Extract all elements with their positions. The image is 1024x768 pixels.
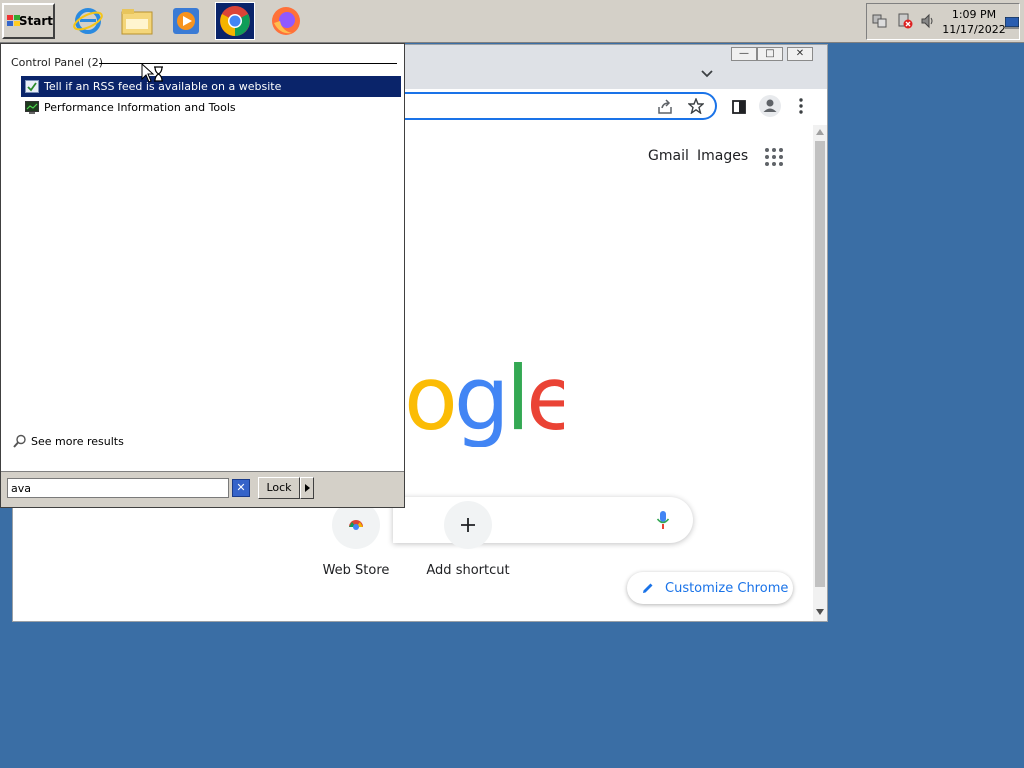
customize-label: Customize Chrome — [665, 580, 789, 596]
busy-cursor-icon — [141, 62, 167, 89]
firefox-icon[interactable] — [266, 2, 306, 40]
arrow-right-icon — [305, 484, 310, 492]
gmail-link[interactable]: Gmail — [648, 148, 689, 164]
magnifier-icon — [13, 434, 27, 448]
google-logo: ogle — [404, 347, 564, 447]
page-scrollbar[interactable] — [813, 125, 827, 621]
start-button[interactable]: Start — [2, 3, 55, 39]
clock-time: 1:09 PM — [951, 8, 997, 21]
volume-icon[interactable] — [920, 13, 936, 33]
logo-letter: e — [526, 347, 564, 447]
start-label: Start — [18, 14, 53, 28]
bookmark-star-icon[interactable] — [687, 97, 705, 118]
chrome-taskbar-icon[interactable] — [215, 2, 255, 40]
profile-avatar-icon[interactable] — [759, 95, 781, 121]
voice-search-icon[interactable] — [656, 510, 670, 534]
result-rss-feed[interactable]: Tell if an RSS feed is available on a we… — [21, 76, 401, 97]
lock-button[interactable]: Lock — [258, 477, 300, 499]
system-tray: 1:09 PM 11/17/2022 — [866, 3, 1020, 40]
share-icon[interactable] — [657, 99, 673, 119]
side-panel-icon[interactable] — [732, 99, 746, 118]
network-icon[interactable] — [872, 13, 888, 33]
file-explorer-icon[interactable] — [117, 2, 157, 40]
start-menu-search-panel: Control Panel (2) Tell if an RSS feed is… — [0, 43, 405, 508]
internet-explorer-icon[interactable] — [68, 2, 108, 40]
start-menu-footer: ava ✕ Lock — [1, 471, 404, 507]
logo-letter: l — [505, 347, 531, 447]
close-button[interactable]: ✕ — [787, 47, 813, 61]
chrome-menu-icon[interactable] — [799, 98, 803, 118]
shortcut-web-store[interactable]: Web Store — [306, 501, 406, 578]
clock[interactable]: 1:09 PM 11/17/2022 — [941, 7, 1007, 37]
media-player-icon[interactable] — [166, 2, 206, 40]
maximize-button[interactable]: □ — [757, 47, 783, 61]
result-performance-tools-label: Performance Information and Tools — [44, 101, 236, 114]
logo-letter: o — [404, 347, 458, 447]
shortcut-add-label: Add shortcut — [426, 563, 510, 578]
plus-icon — [444, 501, 492, 549]
address-bar[interactable] — [383, 92, 717, 120]
google-logo-text: ogle — [404, 347, 564, 447]
images-link[interactable]: Images — [697, 148, 748, 164]
logo-letter: g — [453, 347, 510, 447]
clock-date: 11/17/2022 — [942, 23, 1006, 36]
section-header: Control Panel (2) — [11, 56, 104, 69]
scroll-up-arrow-icon[interactable] — [816, 129, 824, 135]
scrollbar-thumb[interactable] — [815, 141, 825, 587]
start-search-input[interactable]: ava — [7, 478, 229, 498]
show-desktop-icon[interactable] — [1004, 14, 1020, 33]
see-more-results-link[interactable]: See more results — [13, 434, 124, 448]
shutdown-options-arrow[interactable] — [300, 477, 314, 499]
tab-search-chevron-icon[interactable] — [701, 63, 713, 82]
control-panel-check-icon — [25, 80, 39, 93]
security-alert-icon[interactable] — [897, 13, 913, 33]
performance-monitor-icon — [25, 101, 39, 114]
minimize-button[interactable]: — — [731, 47, 757, 61]
result-performance-tools[interactable]: Performance Information and Tools — [21, 97, 401, 118]
pencil-icon — [641, 581, 655, 595]
see-more-label: See more results — [31, 434, 124, 448]
google-apps-icon[interactable] — [765, 148, 783, 170]
clear-search-icon[interactable]: ✕ — [232, 479, 250, 497]
customize-chrome-button[interactable]: Customize Chrome — [627, 572, 793, 604]
shortcut-add[interactable]: Add shortcut — [418, 501, 518, 578]
taskbar: Start 1:09 PM 11/17/2022 — [0, 0, 1024, 43]
web-store-icon — [332, 501, 380, 549]
scroll-down-arrow-icon[interactable] — [816, 609, 824, 615]
windows-flag-icon — [7, 15, 20, 27]
shortcut-web-store-label: Web Store — [322, 563, 390, 578]
